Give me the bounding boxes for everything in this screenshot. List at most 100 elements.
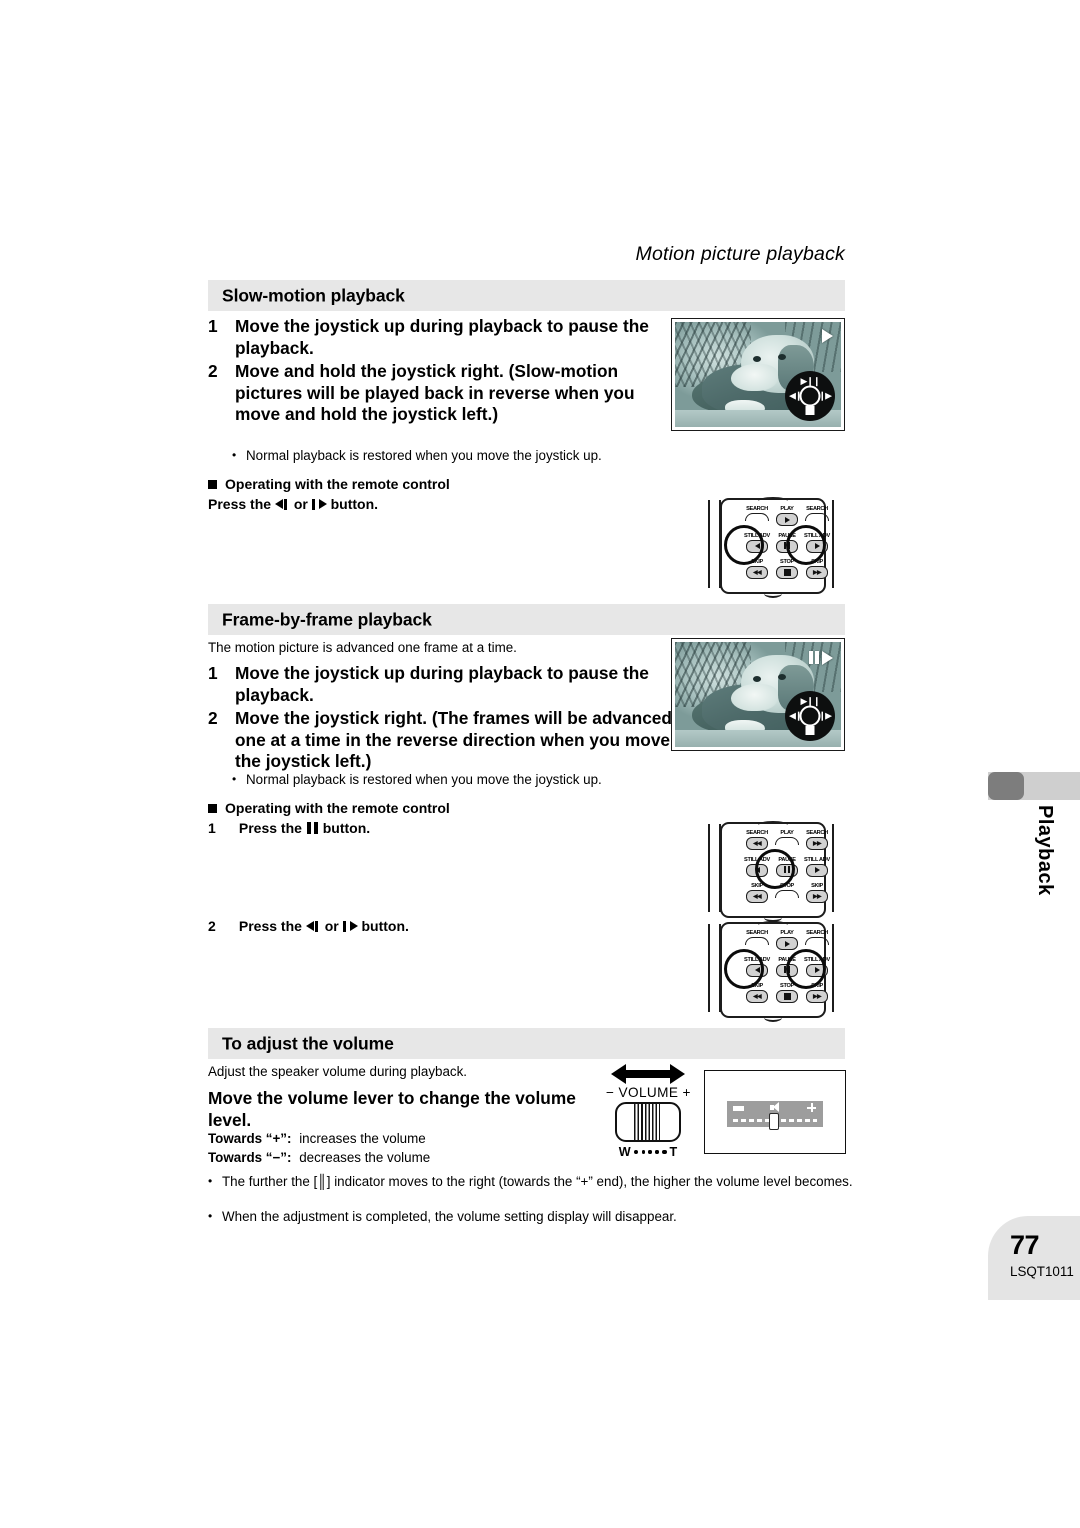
step-item: 2 Move the joystick right. (The frames w… bbox=[208, 708, 678, 773]
instruction-pre: Press the bbox=[238, 918, 302, 934]
instruction-pre: Press the bbox=[238, 820, 302, 836]
towards-minus-label: Towards “−”: bbox=[208, 1150, 292, 1165]
section-header-frame-by-frame: Frame-by-frame playback bbox=[208, 604, 845, 635]
remote-step-1: 1 Press the button. bbox=[208, 820, 370, 836]
frame-by-frame-steps: 1 Move the joystick up during playback t… bbox=[208, 663, 678, 773]
volume-plus-icon bbox=[807, 1103, 816, 1112]
step-text: Move the joystick up during playback to … bbox=[235, 316, 649, 358]
towards-minus-text: decreases the volume bbox=[299, 1150, 431, 1165]
instruction-pre: Press the bbox=[208, 496, 272, 512]
still-adv-right-icon bbox=[342, 921, 358, 932]
rewind-icon bbox=[745, 937, 769, 945]
volume-lever-diagram: − VOLUME + W T bbox=[606, 1064, 690, 1159]
step-number: 2 bbox=[208, 708, 218, 728]
scale-dots-icon bbox=[633, 1149, 667, 1155]
skip-forward-icon: ▶▶ bbox=[806, 990, 828, 1004]
volume-word: VOLUME bbox=[618, 1085, 679, 1100]
volume-minus-icon bbox=[733, 1106, 744, 1111]
step-item: 2 Move and hold the joystick right. (Slo… bbox=[208, 361, 658, 426]
still-adv-left-icon bbox=[274, 499, 290, 510]
volume-lever-label: − VOLUME + bbox=[606, 1085, 690, 1100]
remote-key[interactable]: SEARCH ▶▶ bbox=[802, 830, 832, 857]
section-header-slow-motion: Slow-motion playback bbox=[208, 280, 845, 311]
page-number: 77 bbox=[1010, 1230, 1040, 1260]
document-code: LSQT1011 bbox=[1010, 1264, 1074, 1279]
still-adv-right-icon bbox=[806, 863, 828, 877]
volume-slider-osd bbox=[727, 1101, 823, 1130]
fast-forward-icon: ▶▶ bbox=[806, 837, 828, 850]
highlight-ellipse-left bbox=[724, 525, 764, 565]
wide-tele-scale: W T bbox=[606, 1145, 690, 1159]
step-number: 1 bbox=[208, 820, 216, 836]
minus-sign: − bbox=[606, 1085, 615, 1100]
skip-back-icon: ◀◀ bbox=[746, 890, 768, 904]
still-adv-right-icon bbox=[311, 499, 327, 510]
skip-back-icon: ◀◀ bbox=[746, 990, 768, 1004]
skip-forward-icon: ▶▶ bbox=[806, 890, 828, 904]
towards-plus-text: increases the volume bbox=[299, 1131, 426, 1146]
towards-plus-label: Towards “+”: bbox=[208, 1131, 292, 1146]
dog-photo: ▶❙❙ ◀❙ ❙▶ bbox=[675, 322, 841, 427]
rewind-icon: ◀◀ bbox=[746, 837, 768, 850]
section-title: Frame-by-frame playback bbox=[222, 609, 432, 629]
section-lead: Adjust the speaker volume during playbac… bbox=[208, 1064, 468, 1079]
joystick-overlay-icon: ▶❙❙ ◀❙ ❙▶ bbox=[785, 371, 835, 421]
side-tab-bar bbox=[988, 772, 1080, 800]
play-indicator-icon bbox=[822, 329, 833, 343]
section-title: To adjust the volume bbox=[222, 1033, 394, 1053]
plus-sign: + bbox=[682, 1085, 691, 1100]
stop-icon bbox=[775, 890, 799, 899]
side-tab-cap bbox=[988, 772, 1024, 800]
towards-plus-line: Towards “+”: increases the volume bbox=[208, 1131, 426, 1146]
highlight-ellipse-left bbox=[724, 949, 764, 989]
play-icon bbox=[776, 513, 798, 526]
step-number: 2 bbox=[208, 918, 216, 934]
volume-bullet: When the adjustment is completed, the vo… bbox=[208, 1208, 862, 1226]
remote-control-diagram-1: SEARCH PLAY SEARCH STILL ADV PAUSE STILL… bbox=[706, 497, 836, 598]
fast-forward-icon bbox=[805, 937, 829, 945]
step-item: 1 Move the joystick up during playback t… bbox=[208, 663, 678, 706]
step-text: Move and hold the joystick right. bbox=[235, 361, 504, 381]
side-tab-label: Playback bbox=[1034, 805, 1056, 896]
instruction-post: button. bbox=[322, 820, 371, 836]
remote-control-heading: Operating with the remote control bbox=[208, 476, 450, 492]
play-icon bbox=[775, 837, 799, 845]
rewind-icon bbox=[745, 513, 769, 521]
play-icon bbox=[776, 937, 798, 950]
highlight-ellipse-pause bbox=[755, 849, 795, 889]
pause-icon bbox=[306, 822, 319, 834]
note-bullet: Normal playback is restored when you mov… bbox=[232, 447, 676, 465]
volume-lever-control[interactable] bbox=[615, 1102, 681, 1142]
instruction-mid: or bbox=[293, 496, 308, 512]
step-text: Move the joystick up during playback to … bbox=[235, 663, 649, 705]
highlight-ellipse-right bbox=[786, 949, 826, 989]
volume-bullet: The further the [║] indicator moves to t… bbox=[208, 1173, 862, 1191]
remote-control-heading: Operating with the remote control bbox=[208, 800, 450, 816]
stop-icon bbox=[776, 990, 798, 1004]
lcd-screenshot-frame-by-frame: ▶❙❙ ◀❙ ❙▶ bbox=[671, 638, 845, 751]
step-number: 2 bbox=[208, 361, 218, 381]
section-header-volume: To adjust the volume bbox=[208, 1028, 845, 1059]
pause-play-indicator-icon bbox=[809, 649, 833, 667]
page-footer: 77 LSQT1011 bbox=[988, 1216, 1080, 1300]
bidirectional-arrow-icon bbox=[611, 1064, 685, 1084]
wide-label: W bbox=[618, 1145, 631, 1159]
fast-forward-icon bbox=[805, 513, 829, 521]
step-number: 1 bbox=[208, 663, 218, 683]
section-title: Slow-motion playback bbox=[222, 285, 405, 305]
note-bullet: Normal playback is restored when you mov… bbox=[232, 771, 676, 789]
still-adv-left-icon bbox=[305, 921, 321, 932]
highlight-ellipse-right bbox=[786, 525, 826, 565]
speaker-icon bbox=[770, 1102, 781, 1113]
instruction-post: button. bbox=[330, 496, 379, 512]
slow-motion-steps: 1 Move the joystick up during playback t… bbox=[208, 316, 658, 426]
joystick-overlay-icon: ▶❙❙ ◀❙ ❙▶ bbox=[785, 691, 835, 741]
volume-knob-indicator[interactable] bbox=[769, 1113, 779, 1130]
volume-heading: Move the volume lever to change the volu… bbox=[208, 1088, 576, 1130]
stop-icon bbox=[776, 566, 798, 580]
step-text: Move the joystick right. bbox=[235, 708, 428, 728]
skip-back-icon: ◀◀ bbox=[746, 566, 768, 580]
remote-key[interactable]: STILL ADV bbox=[802, 857, 832, 884]
step-item: 1 Move the joystick up during playback t… bbox=[208, 316, 658, 359]
remote-key[interactable]: SKIP ▶▶ bbox=[802, 883, 832, 910]
